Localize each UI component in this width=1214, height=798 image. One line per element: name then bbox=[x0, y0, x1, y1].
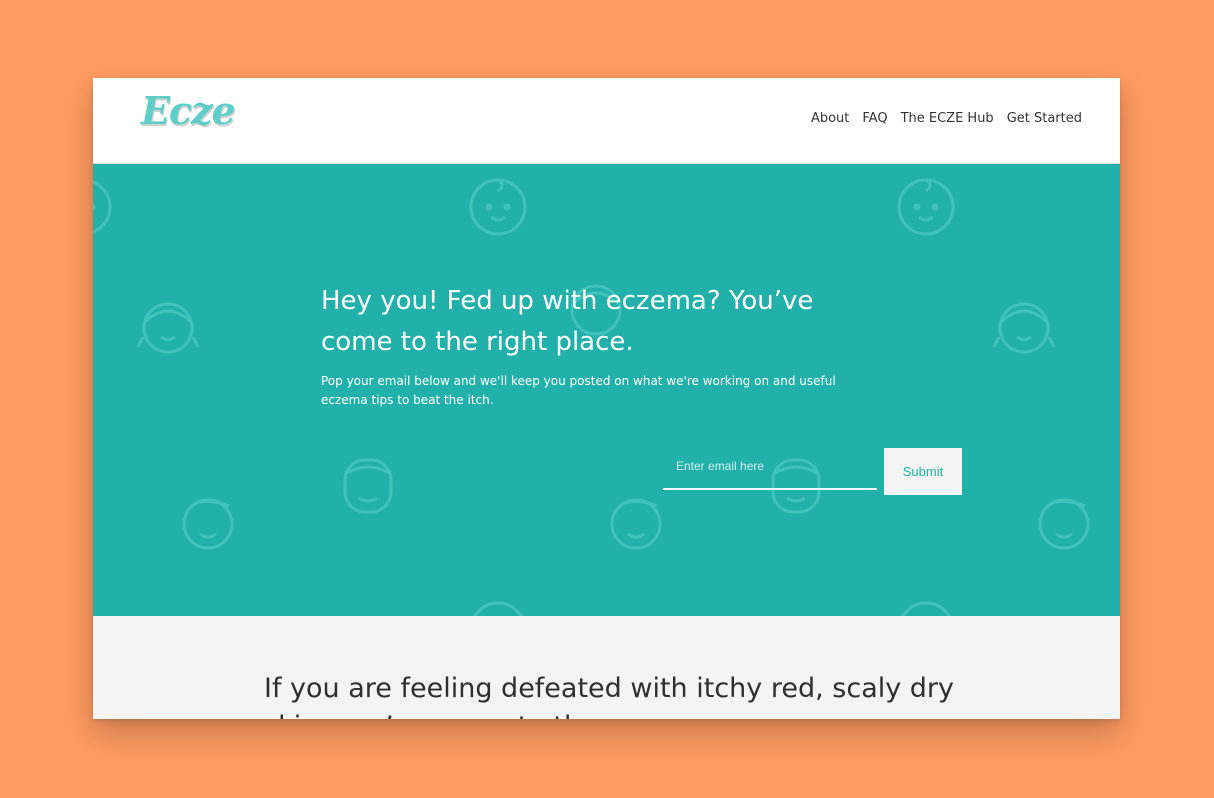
hero-subtitle: Pop your email below and we'll keep you … bbox=[321, 374, 836, 407]
boy-face-icon bbox=[182, 498, 234, 550]
nav-faq[interactable]: FAQ bbox=[862, 111, 887, 126]
intro-section: If you are feeling defeated with itchy r… bbox=[93, 616, 1120, 719]
section-title: If you are feeling defeated with itchy r… bbox=[264, 673, 955, 719]
hero-section: Hey you! Fed up with eczema? You’ve come… bbox=[93, 164, 1120, 616]
main-nav: About FAQ The ECZE Hub Get Started bbox=[811, 111, 1082, 126]
site-header: Ecze About FAQ The ECZE Hub Get Started bbox=[93, 78, 1120, 164]
nav-about[interactable]: About bbox=[811, 111, 849, 126]
nav-ecze-hub[interactable]: The ECZE Hub bbox=[901, 111, 994, 126]
girl-face-icon bbox=[136, 302, 200, 354]
girl-face-icon bbox=[992, 302, 1056, 354]
submit-button[interactable]: Submit bbox=[884, 448, 962, 495]
baby-face-icon bbox=[901, 601, 951, 616]
browser-window: Ecze About FAQ The ECZE Hub Get Started bbox=[93, 78, 1120, 719]
nav-get-started[interactable]: Get Started bbox=[1007, 111, 1082, 126]
email-input[interactable] bbox=[663, 450, 877, 490]
baby-face-icon bbox=[897, 177, 955, 236]
baby-face-icon bbox=[469, 177, 527, 236]
baby-face-icon bbox=[93, 180, 112, 234]
boy-face-icon bbox=[1038, 498, 1090, 550]
logo[interactable]: Ecze bbox=[141, 88, 236, 133]
baby-face-icon bbox=[473, 601, 523, 616]
boy-face-icon bbox=[610, 498, 662, 550]
man-face-icon bbox=[343, 458, 393, 514]
hero-title: Hey you! Fed up with eczema? You’ve come… bbox=[321, 286, 814, 357]
